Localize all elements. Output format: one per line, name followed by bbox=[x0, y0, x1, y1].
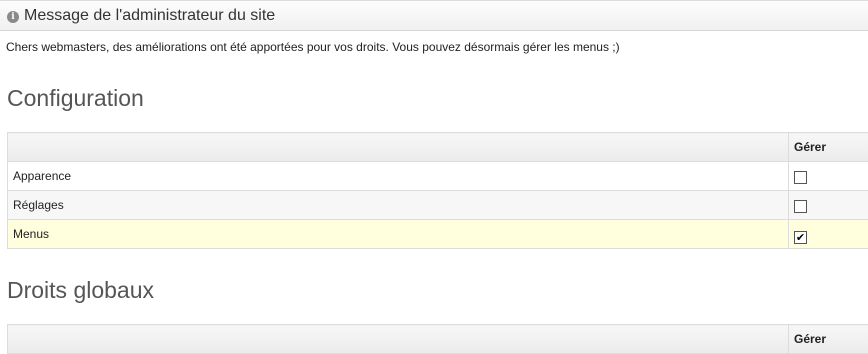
manage-column-header: Gérer bbox=[789, 325, 868, 354]
info-icon: i bbox=[7, 11, 19, 23]
table-row: Menus ✔ bbox=[8, 220, 868, 249]
checkbox-menus[interactable]: ✔ bbox=[794, 231, 807, 244]
table-row: Réglages bbox=[8, 191, 868, 220]
admin-notice-bar: i Message de l'administrateur du site bbox=[0, 0, 868, 31]
manage-column-header: Gérer bbox=[789, 133, 868, 162]
permission-label: Menus bbox=[8, 220, 789, 249]
section-heading-configuration: Configuration bbox=[7, 85, 144, 112]
manage-cell bbox=[789, 162, 868, 191]
permission-label: Apparence bbox=[8, 162, 789, 191]
manage-cell bbox=[789, 191, 868, 220]
permissions-table-configuration: Gérer Apparence Réglages Menus ✔ bbox=[7, 132, 868, 249]
table-header-row: Gérer bbox=[8, 325, 868, 354]
notice-message: Chers webmasters, des améliorations ont … bbox=[6, 40, 620, 54]
table-row: Apparence bbox=[8, 162, 868, 191]
checkbox-apparence[interactable] bbox=[794, 171, 807, 184]
permission-label: Réglages bbox=[8, 191, 789, 220]
checkbox-reglages[interactable] bbox=[794, 200, 807, 213]
permission-name-header bbox=[8, 133, 789, 162]
permission-name-header bbox=[8, 325, 789, 354]
section-heading-droits-globaux: Droits globaux bbox=[7, 277, 154, 304]
table-header-row: Gérer bbox=[8, 133, 868, 162]
manage-cell: ✔ bbox=[789, 220, 868, 249]
notice-title: Message de l'administrateur du site bbox=[24, 7, 275, 25]
